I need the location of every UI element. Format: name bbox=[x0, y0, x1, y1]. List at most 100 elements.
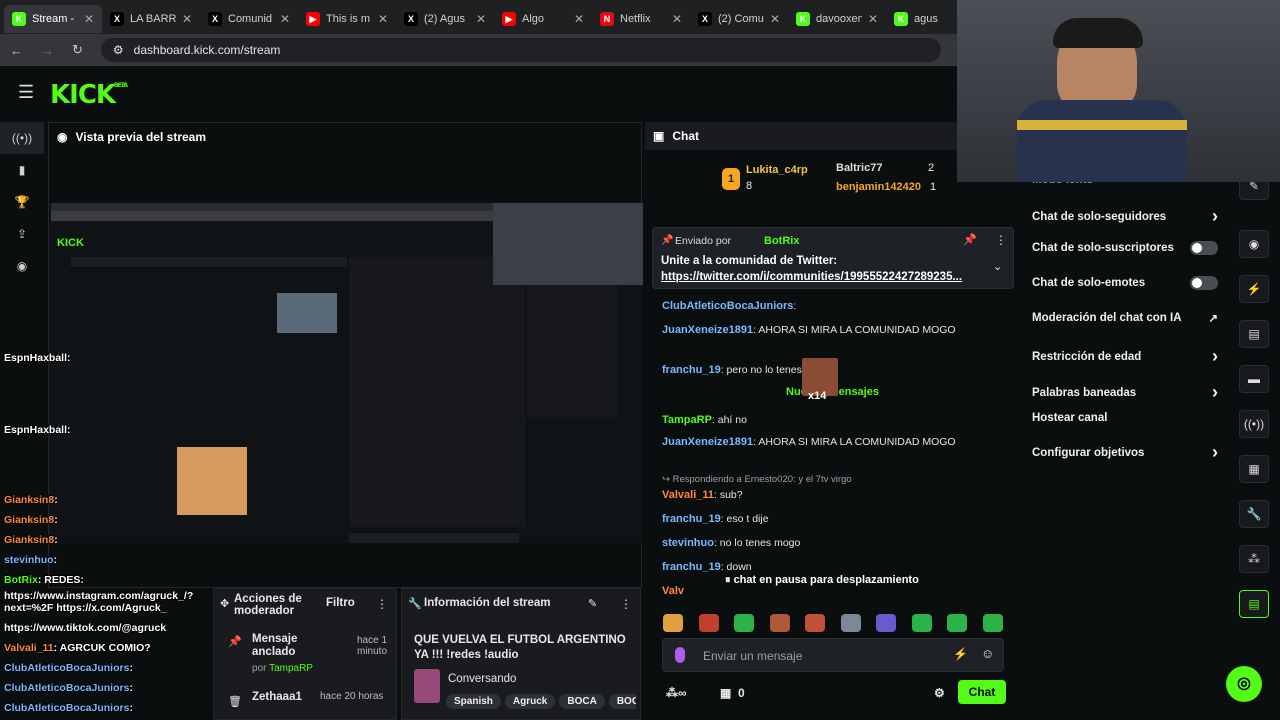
emote-button[interactable] bbox=[840, 614, 861, 632]
more-options-icon[interactable]: ⋮ bbox=[995, 233, 1007, 247]
chat-paused-banner[interactable]: ⏸ chat en pausa para desplazamiento bbox=[725, 574, 955, 592]
emote-button[interactable] bbox=[698, 614, 719, 632]
chevron-down-icon[interactable]: ⌄ bbox=[993, 260, 1002, 273]
mic-icon[interactable] bbox=[675, 647, 685, 663]
leaderboard-user[interactable]: benjamin142420 bbox=[836, 181, 921, 193]
document-icon[interactable]: ▤ bbox=[1239, 320, 1269, 348]
gift-icon[interactable]: ▦ bbox=[720, 686, 731, 700]
chat-username[interactable]: franchu_19 bbox=[662, 364, 721, 376]
chat-username[interactable]: stevinhuo bbox=[662, 537, 714, 549]
more-options-icon[interactable]: ⋮ bbox=[376, 597, 388, 611]
emote-button[interactable] bbox=[805, 614, 825, 632]
clapper-icon[interactable]: ▤ bbox=[1239, 590, 1269, 618]
chat-username[interactable]: TampaRP bbox=[662, 414, 712, 426]
broadcast-icon[interactable]: ((•)) bbox=[1239, 410, 1269, 438]
category-name[interactable]: Conversando bbox=[448, 673, 516, 685]
broadcast-icon[interactable]: ((•)) bbox=[0, 122, 44, 154]
browser-tab[interactable]: ▶ This is m ✕ bbox=[298, 5, 396, 33]
chat-username[interactable]: franchu_19 bbox=[662, 561, 721, 573]
chat-input-box[interactable]: Enviar un mensaje ⚡ ☺ bbox=[662, 638, 1004, 672]
chat-icon[interactable]: ▬ bbox=[1239, 365, 1269, 393]
close-tab-icon[interactable]: ✕ bbox=[280, 12, 290, 26]
reload-icon[interactable]: ↻ bbox=[72, 42, 83, 58]
upload-icon[interactable]: ⇪ bbox=[0, 218, 44, 250]
browser-tab[interactable]: N Netflix ✕ bbox=[592, 5, 690, 33]
pinned-author[interactable]: BotRix bbox=[764, 235, 799, 247]
chat-username[interactable]: ClubAtleticoBocaJuniors bbox=[662, 300, 793, 312]
emote-button[interactable] bbox=[911, 614, 932, 632]
pinned-link[interactable]: https://twitter.com/i/communities/199555… bbox=[661, 271, 962, 283]
tag-chip[interactable]: Agruck bbox=[504, 694, 556, 709]
stream-info-title: Información del stream bbox=[424, 597, 551, 609]
chat-username[interactable]: Valv bbox=[662, 585, 684, 597]
send-chat-button[interactable]: Chat bbox=[958, 680, 1006, 704]
browser-tab[interactable]: K Stream - ✕ bbox=[4, 5, 102, 33]
back-icon[interactable]: ← bbox=[10, 43, 23, 58]
browser-tab[interactable]: X (2) Agus ✕ bbox=[396, 5, 494, 33]
browser-tab[interactable]: X Comunid ✕ bbox=[200, 5, 298, 33]
close-tab-icon[interactable]: ✕ bbox=[84, 12, 94, 26]
close-tab-icon[interactable]: ✕ bbox=[672, 12, 682, 26]
emote-button[interactable] bbox=[663, 614, 683, 632]
browser-tab[interactable]: X (2) Comu ✕ bbox=[690, 5, 788, 33]
emote-button[interactable] bbox=[734, 614, 754, 632]
tag-chip[interactable]: Spanish bbox=[446, 694, 501, 709]
settings-item[interactable]: Restricción de edad › bbox=[1032, 346, 1218, 367]
emote-button[interactable] bbox=[769, 614, 790, 632]
tag-chip[interactable]: BOC bbox=[608, 694, 636, 709]
settings-item[interactable]: Chat de solo-emotes bbox=[1032, 276, 1218, 290]
chat-username[interactable]: JuanXeneize1891 bbox=[662, 324, 753, 336]
camera-icon[interactable]: ◉ bbox=[0, 250, 44, 282]
leaderboard-user[interactable]: Lukita_c4rp bbox=[746, 164, 808, 176]
support-chat-icon[interactable]: ◎ bbox=[1226, 666, 1262, 702]
emote-count-badge: x14 bbox=[808, 390, 827, 402]
camera-icon[interactable]: ◉ bbox=[1239, 230, 1269, 258]
close-tab-icon[interactable]: ✕ bbox=[182, 12, 192, 26]
close-tab-icon[interactable]: ✕ bbox=[770, 12, 780, 26]
trophy-icon[interactable]: 🏆 bbox=[0, 186, 44, 218]
settings-item-label: Hostear canal bbox=[1032, 412, 1108, 424]
toggle-switch[interactable] bbox=[1190, 241, 1218, 255]
kick-logo[interactable]: KICK BETA bbox=[50, 80, 128, 110]
browser-tab[interactable]: X LA BARR ✕ bbox=[102, 5, 200, 33]
emote-button[interactable] bbox=[947, 614, 967, 632]
wrench-icon[interactable]: 🔧 bbox=[1239, 500, 1269, 528]
tag-chip[interactable]: BOCA bbox=[559, 694, 605, 709]
layout-icon[interactable]: ▦ bbox=[1239, 455, 1269, 483]
close-tab-icon[interactable]: ✕ bbox=[476, 12, 486, 26]
emoji-icon[interactable]: ☺ bbox=[981, 646, 994, 661]
forward-icon[interactable]: → bbox=[41, 43, 54, 58]
settings-item[interactable]: Chat de solo-suscriptores bbox=[1032, 241, 1218, 255]
close-tab-icon[interactable]: ✕ bbox=[574, 12, 584, 26]
leaderboard-user[interactable]: Baltric77 bbox=[836, 162, 882, 174]
chat-username[interactable]: JuanXeneize1891 bbox=[662, 436, 753, 448]
emote-picker-icon[interactable]: ⚡ bbox=[953, 647, 968, 661]
close-tab-icon[interactable]: ✕ bbox=[378, 12, 388, 26]
unpin-icon[interactable]: 📌 bbox=[963, 233, 977, 246]
connections-icon[interactable]: ⁂ bbox=[1239, 545, 1269, 573]
browser-tab[interactable]: Kdavooxen ✕ bbox=[788, 5, 886, 33]
close-tab-icon[interactable]: ✕ bbox=[868, 12, 878, 26]
drag-handle-icon[interactable]: ✥ bbox=[220, 597, 229, 610]
url-field[interactable]: ⚙ dashboard.kick.com/stream bbox=[100, 38, 941, 62]
bolt-icon[interactable]: ⚡ bbox=[1239, 275, 1269, 303]
settings-gear-icon[interactable]: ⚙ bbox=[934, 686, 945, 700]
infinity-icon[interactable]: ⁂∞ bbox=[666, 686, 687, 700]
settings-item[interactable]: Palabras baneadas › bbox=[1032, 382, 1218, 403]
chat-username[interactable]: franchu_19 bbox=[662, 513, 721, 525]
settings-item[interactable]: Configurar objetivos › bbox=[1032, 442, 1218, 463]
edit-icon[interactable]: ✎ bbox=[588, 597, 597, 610]
settings-item[interactable]: Chat de solo-seguidores › bbox=[1032, 206, 1218, 227]
toggle-switch[interactable] bbox=[1190, 276, 1218, 290]
browser-tab[interactable]: ▶ Algo ✕ bbox=[494, 5, 592, 33]
emote-button[interactable] bbox=[982, 614, 1003, 632]
analytics-icon[interactable]: ▮ bbox=[0, 154, 44, 186]
chat-username[interactable]: Valvali_11 bbox=[662, 489, 714, 501]
emote-button[interactable] bbox=[876, 614, 896, 632]
settings-item[interactable]: Hostear canal bbox=[1032, 412, 1218, 424]
site-info-icon[interactable]: ⚙ bbox=[113, 43, 124, 57]
menu-icon[interactable]: ☰ bbox=[18, 82, 34, 103]
more-options-icon[interactable]: ⋮ bbox=[620, 597, 632, 611]
settings-item[interactable]: Moderación del chat con IA ↗ bbox=[1032, 311, 1218, 325]
filter-button[interactable]: Filtro bbox=[326, 597, 355, 609]
